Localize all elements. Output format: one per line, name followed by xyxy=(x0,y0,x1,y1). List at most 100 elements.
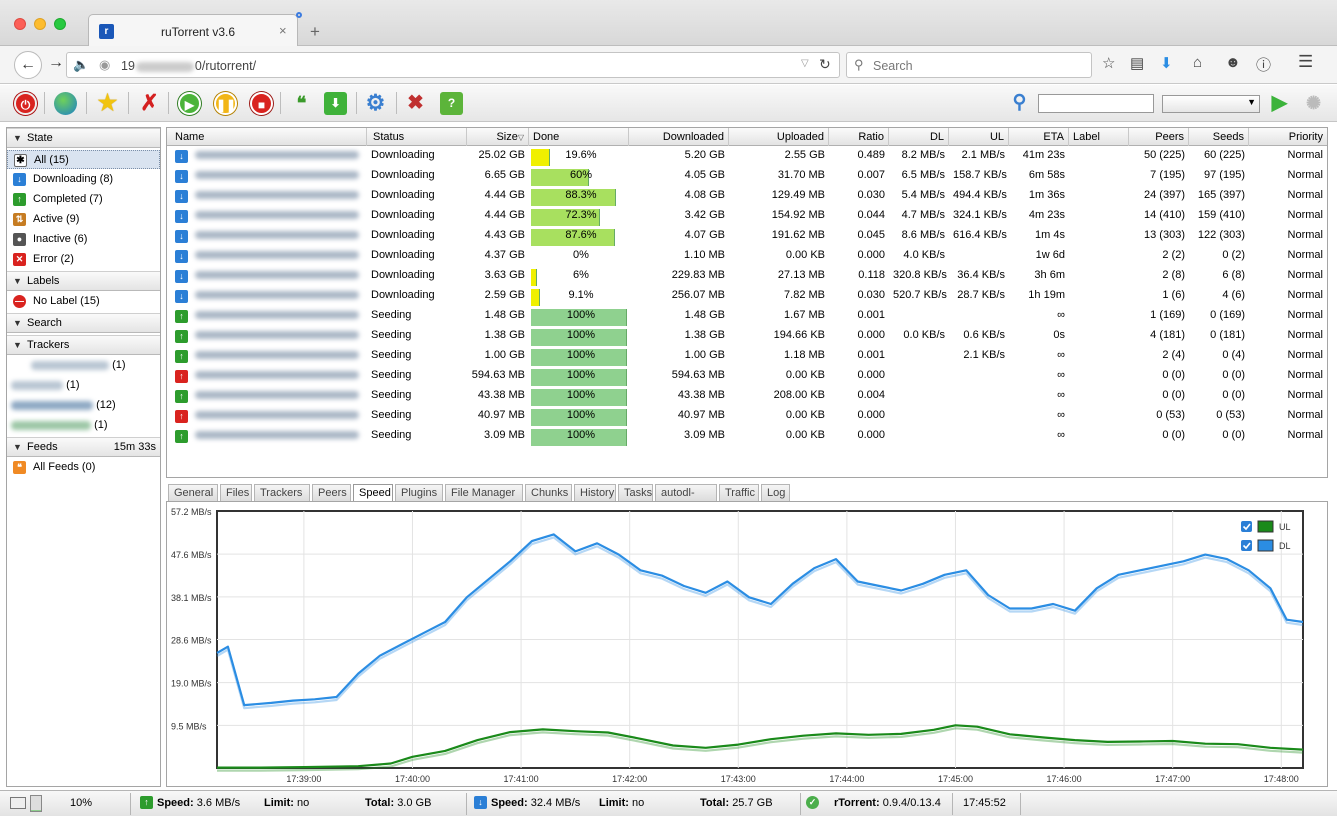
cell-dl: 6.5 MB/s xyxy=(901,169,945,181)
new-tab-button[interactable]: + xyxy=(310,22,320,42)
tab-general[interactable]: General xyxy=(168,484,218,501)
legend-checkbox-dl[interactable] xyxy=(1241,540,1252,551)
tracker-item[interactable]: (1) xyxy=(7,416,160,435)
tab-history[interactable]: History xyxy=(574,484,616,501)
state-all[interactable]: ✱ All (15) xyxy=(7,150,160,169)
tab-speed[interactable]: Speed xyxy=(353,484,393,502)
col-seeds[interactable]: Seeds xyxy=(1189,128,1249,146)
upload-limit[interactable]: Limit: no xyxy=(264,797,309,809)
state-error[interactable]: ✕ Error (2) xyxy=(7,250,160,269)
reading-list-icon[interactable]: ▤ xyxy=(1130,54,1144,72)
tab-tasks[interactable]: Tasks xyxy=(618,484,653,501)
home-icon[interactable]: ⌂ xyxy=(1193,54,1202,71)
tab-trackers[interactable]: Trackers xyxy=(254,484,310,501)
back-button[interactable]: ← xyxy=(14,51,42,79)
col-name[interactable]: Name xyxy=(167,128,367,146)
col-label[interactable]: Label xyxy=(1069,128,1129,146)
state-inactive[interactable]: ● Inactive (6) xyxy=(7,230,160,249)
filter-select[interactable]: ▼ xyxy=(1162,95,1260,113)
magnifier-icon[interactable]: ⚲ xyxy=(1008,92,1031,115)
state-active[interactable]: ⇅ Active (9) xyxy=(7,210,160,229)
table-row[interactable]: ↑ Seeding 1.00 GB 1.00 GB 1.18 MB 0.001 2.1 KB… xyxy=(167,348,1327,368)
col-downloaded[interactable]: Downloaded xyxy=(629,128,729,146)
maximize-window-button[interactable] xyxy=(54,18,66,30)
url-bar[interactable]: 🔈 ◉ 19 0/rutorrent/ ▽ ↻ xyxy=(66,52,840,78)
filter-search-input[interactable] xyxy=(1038,94,1154,113)
tab-files[interactable]: Files xyxy=(220,484,252,501)
tools-icon[interactable]: ✖ xyxy=(404,92,427,115)
start-icon[interactable]: ▶ xyxy=(178,92,201,115)
state-header[interactable]: ▼ State xyxy=(7,128,160,148)
search-bar[interactable]: ⚲ Search xyxy=(846,52,1092,78)
power-icon[interactable]: ⏻ xyxy=(14,92,37,115)
rss-icon[interactable]: ❝ xyxy=(290,92,313,115)
tab-plugins[interactable]: Plugins xyxy=(395,484,443,501)
menu-icon[interactable]: ☰ xyxy=(1298,52,1313,72)
table-row[interactable]: ↑ Seeding 3.09 MB 3.09 MB 0.00 KB 0.000 ∞ 0 (0)… xyxy=(167,428,1327,448)
col-done[interactable]: Done xyxy=(529,128,629,146)
feeds-header[interactable]: ▼ Feeds 15m 33s xyxy=(7,437,160,457)
browser-tab[interactable]: r ruTorrent v3.6 × xyxy=(88,14,298,47)
download-limit[interactable]: Limit: no xyxy=(599,797,644,809)
col-status[interactable]: Status xyxy=(367,128,467,146)
tab-traffic[interactable]: Traffic xyxy=(719,484,759,501)
col-size[interactable]: Size▽ xyxy=(467,128,529,146)
remove-icon[interactable]: ✗ xyxy=(138,92,161,115)
forward-button[interactable]: → xyxy=(48,54,64,72)
col-priority[interactable]: Priority xyxy=(1249,128,1327,146)
table-row[interactable]: ↓ Downloading 3.63 GB 229.83 MB 27.13 MB 0.11… xyxy=(167,268,1327,288)
label-no-label[interactable]: — No Label (15) xyxy=(7,292,160,311)
privacy-icon[interactable]: ⓘ xyxy=(1256,54,1271,75)
tab-file-manager[interactable]: File Manager xyxy=(445,484,523,501)
table-row[interactable]: ↓ Downloading 2.59 GB 256.07 MB 7.82 MB 0.030… xyxy=(167,288,1327,308)
table-row[interactable]: ↓ Downloading 4.43 GB 4.07 GB 191.62 MB 0.045… xyxy=(167,228,1327,248)
star-icon[interactable]: ★ xyxy=(96,92,119,115)
chat-icon[interactable]: ☻ xyxy=(1225,54,1241,71)
col-eta[interactable]: ETA xyxy=(1009,128,1069,146)
table-row[interactable]: ↑ Seeding 40.97 MB 40.97 MB 0.00 KB 0.000 ∞ 0 (… xyxy=(167,408,1327,428)
tracker-item[interactable]: (1) xyxy=(7,376,160,395)
col-uploaded[interactable]: Uploaded xyxy=(729,128,829,146)
tab-log[interactable]: Log xyxy=(761,484,790,501)
table-row[interactable]: ↓ Downloading 25.02 GB 5.20 GB 2.55 GB 0.489 8… xyxy=(167,148,1327,168)
labels-header[interactable]: ▼ Labels xyxy=(7,271,160,291)
col-ratio[interactable]: Ratio xyxy=(829,128,889,146)
go-arrow-icon[interactable]: ▶ xyxy=(1268,92,1291,115)
col-peers[interactable]: Peers xyxy=(1129,128,1189,146)
tracker-item[interactable]: (1) xyxy=(7,356,160,375)
dropdown-icon[interactable]: ▽ xyxy=(801,58,809,69)
tracker-item[interactable]: (12) xyxy=(7,396,160,415)
legend-checkbox-ul[interactable] xyxy=(1241,521,1252,532)
pause-icon[interactable]: ❚❚ xyxy=(214,92,237,115)
feed-all[interactable]: ❝ All Feeds (0) xyxy=(7,458,160,477)
table-row[interactable]: ↑ Seeding 1.48 GB 1.48 GB 1.67 MB 0.001 ∞ 1 (16… xyxy=(167,308,1327,328)
search-header[interactable]: ▼ Search xyxy=(7,313,160,333)
tab-close-button[interactable]: × xyxy=(279,23,287,38)
downloads-icon[interactable]: ⬇ xyxy=(1160,54,1173,72)
table-row[interactable]: ↓ Downloading 4.37 GB 1.10 MB 0.00 KB 0.000 4.… xyxy=(167,248,1327,268)
torrent-name-blurred xyxy=(195,191,359,199)
reload-icon[interactable]: ↻ xyxy=(819,56,831,73)
table-row[interactable]: ↓ Downloading 4.44 GB 3.42 GB 154.92 MB 0.044… xyxy=(167,208,1327,228)
settings-gear-icon[interactable]: ⚙ xyxy=(364,92,387,115)
globe-add-icon[interactable] xyxy=(54,92,77,115)
table-row[interactable]: ↑ Seeding 43.38 MB 43.38 MB 208.00 KB 0.004 ∞ 0… xyxy=(167,388,1327,408)
stop-icon[interactable]: ■ xyxy=(250,92,273,115)
table-row[interactable]: ↓ Downloading 6.65 GB 4.05 GB 31.70 MB 0.007 6… xyxy=(167,168,1327,188)
col-ul[interactable]: UL xyxy=(949,128,1009,146)
download-green-icon[interactable]: ⬇ xyxy=(324,92,347,115)
minimize-window-button[interactable] xyxy=(34,18,46,30)
tab-autodl-irssi[interactable]: autodl-irssi xyxy=(655,484,717,515)
tab-chunks[interactable]: Chunks xyxy=(525,484,572,501)
table-row[interactable]: ↑ Seeding 1.38 GB 1.38 GB 194.66 KB 0.000 0.0 … xyxy=(167,328,1327,348)
help-icon[interactable]: ? xyxy=(440,92,463,115)
state-downloading[interactable]: ↓ Downloading (8) xyxy=(7,170,160,189)
close-window-button[interactable] xyxy=(14,18,26,30)
bookmark-star-icon[interactable]: ☆ xyxy=(1102,54,1115,72)
col-dl[interactable]: DL xyxy=(889,128,949,146)
table-row[interactable]: ↓ Downloading 4.44 GB 4.08 GB 129.49 MB 0.030… xyxy=(167,188,1327,208)
tab-peers[interactable]: Peers xyxy=(312,484,351,501)
table-row[interactable]: ↑ Seeding 594.63 MB 594.63 MB 0.00 KB 0.000 ∞ 0… xyxy=(167,368,1327,388)
trackers-header[interactable]: ▼ Trackers xyxy=(7,335,160,355)
state-completed[interactable]: ↑ Completed (7) xyxy=(7,190,160,209)
